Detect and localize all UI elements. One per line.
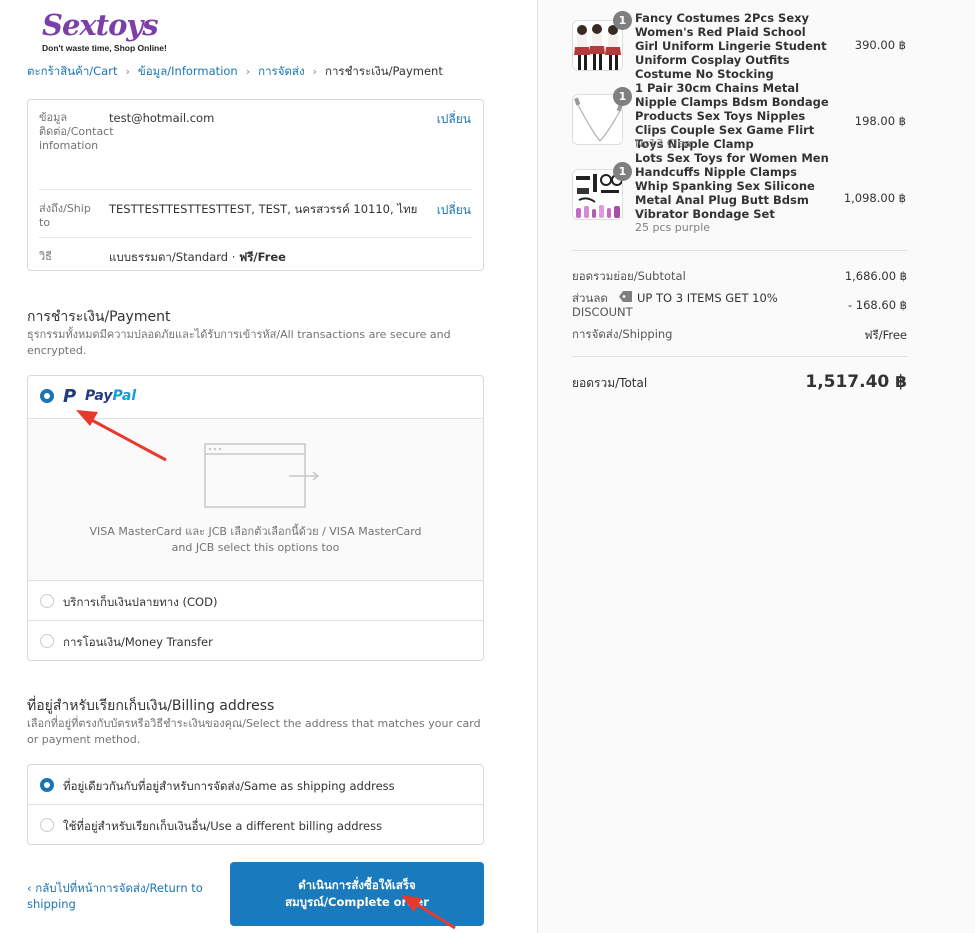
payment-option-cod[interactable]: บริการเก็บเงินปลายทาง (COD) bbox=[28, 581, 483, 621]
payment-subtitle: ธุรกรรมทั้งหมดมีความปลอดภัยและได้รับการเ… bbox=[27, 328, 451, 357]
breadcrumb-separator: › bbox=[312, 65, 317, 78]
total-label: ยอดรวม/Total bbox=[572, 376, 648, 390]
contact-value: test@hotmail.com bbox=[109, 111, 215, 125]
payment-option-paypal[interactable]: P PayPal bbox=[28, 376, 483, 419]
ship-to-value: TESTTESTTESTTESTTEST, TEST, นครสวรรค์ 10… bbox=[109, 202, 418, 216]
subtotal-value: 1,686.00 ฿ bbox=[844, 269, 907, 283]
paypal-logo-pay: Pay bbox=[85, 388, 113, 404]
contact-label: ข้อมูลติดต่อ/Contact infomation bbox=[39, 111, 114, 152]
product-title: Lots Sex Toys for Women Men Handcuffs Ni… bbox=[635, 151, 829, 221]
product-price: 198.00 ฿ bbox=[854, 114, 906, 128]
summary-divider bbox=[572, 250, 907, 251]
billing-different-label: ใช้ที่อยู่สำหรับเรียกเก็บเงินอื่น/Use a … bbox=[63, 819, 383, 833]
order-line-item: 1 Fancy Costumes 2Pcs Sexy Women's Red P… bbox=[572, 11, 912, 81]
breadcrumb-separator: › bbox=[245, 65, 251, 78]
quantity-badge: 1 bbox=[613, 87, 632, 106]
redirect-window-icon bbox=[204, 443, 320, 508]
billing-title: ที่อยู่สำหรับเรียกเก็บเงิน/Billing addre… bbox=[27, 698, 275, 714]
order-line-item: 1 Lots Sex Toys for Women Men Handcuffs … bbox=[572, 151, 912, 234]
order-line-item: 1 1 Pair 30cm Chains Metal Nipple Clamps… bbox=[572, 81, 912, 151]
method-label: วิธี bbox=[39, 250, 52, 263]
transfer-radio[interactable] bbox=[40, 634, 54, 648]
total-value: 1,517.40 ฿ bbox=[805, 372, 907, 392]
billing-subtitle: เลือกที่อยู่ที่ตรงกับบัตรหรือวิธีชำระเงิ… bbox=[27, 717, 481, 746]
paypal-icon: P bbox=[63, 386, 77, 407]
paypal-radio[interactable] bbox=[40, 389, 54, 403]
product-price: 390.00 ฿ bbox=[854, 38, 906, 52]
method-value: แบบธรรมดา/Standard · ฟรี/Free bbox=[109, 250, 286, 264]
payment-option-transfer[interactable]: การโอนเงิน/Money Transfer bbox=[28, 621, 483, 660]
breadcrumb-shipping[interactable]: การจัดส่ง bbox=[258, 63, 304, 81]
product-variant: 25 pcs purple bbox=[635, 221, 711, 234]
store-logo[interactable]: Sextoys Don't waste time, Shop Online! bbox=[42, 8, 172, 56]
discount-label: ส่วนลด DISCOUNT bbox=[572, 291, 633, 319]
subtotal-label: ยอดรวมย่อย/Subtotal bbox=[572, 269, 686, 283]
method-price: ฟรี/Free bbox=[239, 250, 286, 264]
checkout-main: Sextoys Don't waste time, Shop Online! ต… bbox=[0, 0, 537, 933]
logo-tagline: Don't waste time, Shop Online! bbox=[42, 43, 167, 53]
paypal-logo: PayPal bbox=[85, 388, 136, 404]
billing-option-different[interactable]: ใช้ที่อยู่สำหรับเรียกเก็บเงินอื่น/Use a … bbox=[28, 805, 483, 845]
paypal-detail-text: VISA MasterCard และ JCB เลือกตัวเลือกนี้… bbox=[89, 525, 422, 554]
billing-options: ที่อยู่เดียวกันกับที่อยู่สำหรับการจัดส่ง… bbox=[27, 764, 484, 845]
billing-option-same[interactable]: ที่อยู่เดียวกันกับที่อยู่สำหรับการจัดส่ง… bbox=[28, 765, 483, 805]
complete-order-button[interactable]: ดำเนินการสั่งซื้อให้เสร็จสมบูรณ์/Complet… bbox=[230, 862, 484, 926]
paypal-logo-pal: Pal bbox=[112, 388, 137, 404]
discount-code: UP TO 3 ITEMS GET 10% bbox=[637, 291, 778, 305]
return-to-shipping-link[interactable]: ‹ กลับไปที่หน้าการจัดส่ง/Return to shipp… bbox=[27, 880, 217, 912]
shipping-value: ฟรี/Free bbox=[864, 328, 907, 342]
divider bbox=[39, 237, 472, 238]
billing-different-radio[interactable] bbox=[40, 818, 54, 832]
logo-word: Sextoys bbox=[42, 8, 159, 42]
quantity-badge: 1 bbox=[613, 11, 632, 30]
ship-to-label: ส่งถึง/Ship to bbox=[39, 202, 91, 229]
breadcrumb-payment: การชำระเงิน/Payment bbox=[324, 64, 443, 78]
change-ship-to-link[interactable]: เปลี่ยน bbox=[437, 201, 471, 220]
breadcrumb-separator: › bbox=[125, 65, 130, 78]
change-contact-link[interactable]: เปลี่ยน bbox=[437, 110, 471, 129]
cod-label: บริการเก็บเงินปลายทาง (COD) bbox=[63, 595, 218, 609]
product-variant: Nc13 Clear bbox=[635, 137, 696, 150]
breadcrumb: ตะกร้าสินค้า/Cart › ข้อมูล/Information › การ… bbox=[27, 63, 443, 81]
breadcrumb-information[interactable]: ข้อมูล/Information bbox=[138, 63, 238, 81]
payment-title: การชำระเงิน/Payment bbox=[27, 309, 171, 325]
discount-tag-icon bbox=[619, 291, 632, 302]
transfer-label: การโอนเงิน/Money Transfer bbox=[63, 635, 213, 649]
billing-same-radio[interactable] bbox=[40, 778, 54, 792]
product-price: 1,098.00 ฿ bbox=[843, 191, 906, 205]
costume-image bbox=[573, 21, 622, 70]
quantity-badge: 1 bbox=[613, 162, 632, 181]
product-title: Fancy Costumes 2Pcs Sexy Women's Red Pla… bbox=[635, 11, 827, 81]
cod-radio[interactable] bbox=[40, 594, 54, 608]
summary-divider bbox=[572, 356, 907, 357]
method-name: แบบธรรมดา/Standard · bbox=[109, 250, 240, 264]
breadcrumb-cart[interactable]: ตะกร้าสินค้า/Cart bbox=[27, 63, 117, 81]
shipping-label: การจัดส่ง/Shipping bbox=[572, 327, 673, 341]
billing-same-label: ที่อยู่เดียวกันกับที่อยู่สำหรับการจัดส่ง… bbox=[63, 779, 395, 793]
discount-value: - 168.60 ฿ bbox=[847, 298, 907, 312]
complete-order-label: ดำเนินการสั่งซื้อให้เสร็จสมบูรณ์/Complet… bbox=[285, 878, 429, 909]
paypal-detail: VISA MasterCard และ JCB เลือกตัวเลือกนี้… bbox=[28, 419, 483, 581]
payment-methods: P PayPal VISA MasterCard และ JCB เลือกตั… bbox=[27, 375, 484, 661]
review-box: ข้อมูลติดต่อ/Contact infomation test@hot… bbox=[27, 99, 484, 271]
divider bbox=[39, 189, 472, 190]
